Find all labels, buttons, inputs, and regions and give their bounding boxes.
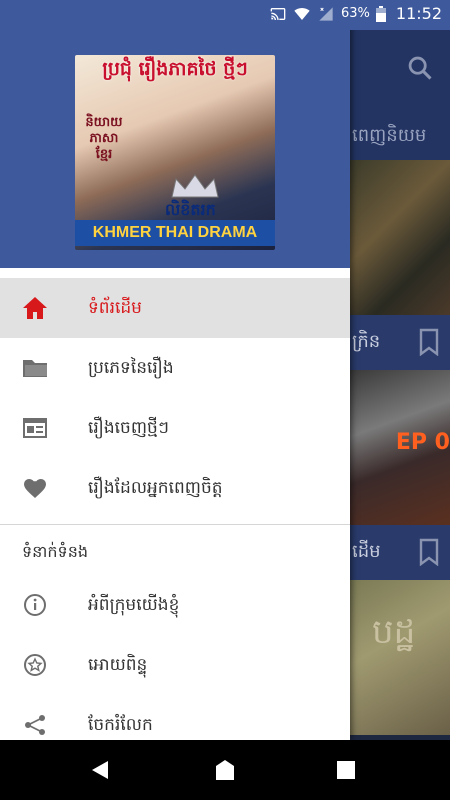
clock: 11:52 xyxy=(395,4,442,23)
navigation-bar xyxy=(0,740,450,800)
poster-title: ប្រជុំ រឿងភាគថៃ ថ្មីៗ xyxy=(102,58,248,80)
menu-item-label: ប្រភេទនៃរឿង xyxy=(88,358,174,378)
movie-thumbnail[interactable] xyxy=(350,160,450,315)
movie-title: ក្រិន xyxy=(352,331,381,352)
signal-icon xyxy=(319,6,333,21)
menu-item-label: ទំព័រដើម xyxy=(88,298,142,318)
app-poster: ប្រជុំ រឿងភាគថៃ ថ្មីៗ និយាយ ភាសា ខ្មែរ ល… xyxy=(75,55,275,250)
menu-item-label: ចែករំលែក xyxy=(88,715,153,735)
news-icon xyxy=(23,418,47,438)
folder-icon xyxy=(23,360,47,377)
status-bar: 63% 11:52 xyxy=(0,0,450,30)
menu-item-home[interactable]: ទំព័រដើម xyxy=(0,278,350,338)
movie-card-title[interactable]: ដើម xyxy=(350,525,450,580)
share-icon xyxy=(25,715,45,735)
menu-item-label: រឿងចេញថ្មីៗ xyxy=(88,418,170,438)
menu-item-label: អំពីក្រុមយើងខ្ញុំ xyxy=(88,595,180,615)
drawer-menu: ទំព័រដើម ប្រភេទនៃរឿង រឿងចេញថ្មីៗ រឿងដែលអ… xyxy=(0,278,350,740)
menu-item-categories[interactable]: ប្រភេទនៃរឿង xyxy=(0,338,350,398)
thumbnail-text: បដ្ឋ xyxy=(372,612,416,652)
menu-item-rate[interactable]: អោយពិន្ទុ xyxy=(0,635,350,695)
poster-banner: KHMER THAI DRAMA xyxy=(75,220,275,246)
background-app: ពេញនិយម ក្រិន EP 0 ដើម បដ្ឋ xyxy=(350,30,450,740)
cast-icon xyxy=(270,7,286,20)
menu-item-new-releases[interactable]: រឿងចេញថ្មីៗ xyxy=(0,398,350,458)
back-icon[interactable] xyxy=(88,758,112,782)
info-icon xyxy=(24,594,46,616)
heart-icon xyxy=(24,479,46,498)
menu-item-label: អោយពិន្ទុ xyxy=(88,655,148,675)
star-icon xyxy=(24,654,46,676)
menu-item-label: រឿងដែលអ្នកពេញចិត្ត xyxy=(88,478,223,498)
battery-percent: 63% xyxy=(340,6,370,21)
bookmark-icon[interactable] xyxy=(418,328,440,356)
bookmark-icon[interactable] xyxy=(418,538,440,566)
search-icon[interactable] xyxy=(406,54,434,82)
crown-icon xyxy=(171,174,219,198)
menu-item-share[interactable]: ចែករំលែក xyxy=(0,695,350,740)
section-header-contact: ទំនាក់ទំនង xyxy=(22,542,89,561)
menu-item-favorites[interactable]: រឿងដែលអ្នកពេញចិត្ត xyxy=(0,458,350,518)
background-toolbar xyxy=(350,30,450,105)
home-button-icon[interactable] xyxy=(213,758,237,782)
episode-badge: EP 0 xyxy=(395,430,450,455)
movie-title: ដើម xyxy=(352,541,381,562)
navigation-drawer: ប្រជុំ រឿងភាគថៃ ថ្មីៗ និយាយ ភាសា ខ្មែរ ល… xyxy=(0,0,350,740)
movie-thumbnail[interactable]: បដ្ឋ xyxy=(350,580,450,735)
wifi-icon xyxy=(294,7,310,20)
movie-card-title[interactable]: ក្រិន xyxy=(350,315,450,370)
home-icon xyxy=(23,297,47,319)
menu-item-about[interactable]: អំពីក្រុមយើងខ្ញុំ xyxy=(0,575,350,635)
drawer-header: ប្រជុំ រឿងភាគថៃ ថ្មីៗ និយាយ ភាសា ខ្មែរ ល… xyxy=(0,0,350,268)
recents-icon[interactable] xyxy=(334,758,358,782)
poster-side-text: និយាយ ភាសា ខ្មែរ xyxy=(85,115,123,162)
background-tab[interactable]: ពេញនិយម xyxy=(350,105,450,160)
movie-thumbnail[interactable]: EP 0 xyxy=(350,370,450,525)
battery-icon xyxy=(375,5,386,22)
